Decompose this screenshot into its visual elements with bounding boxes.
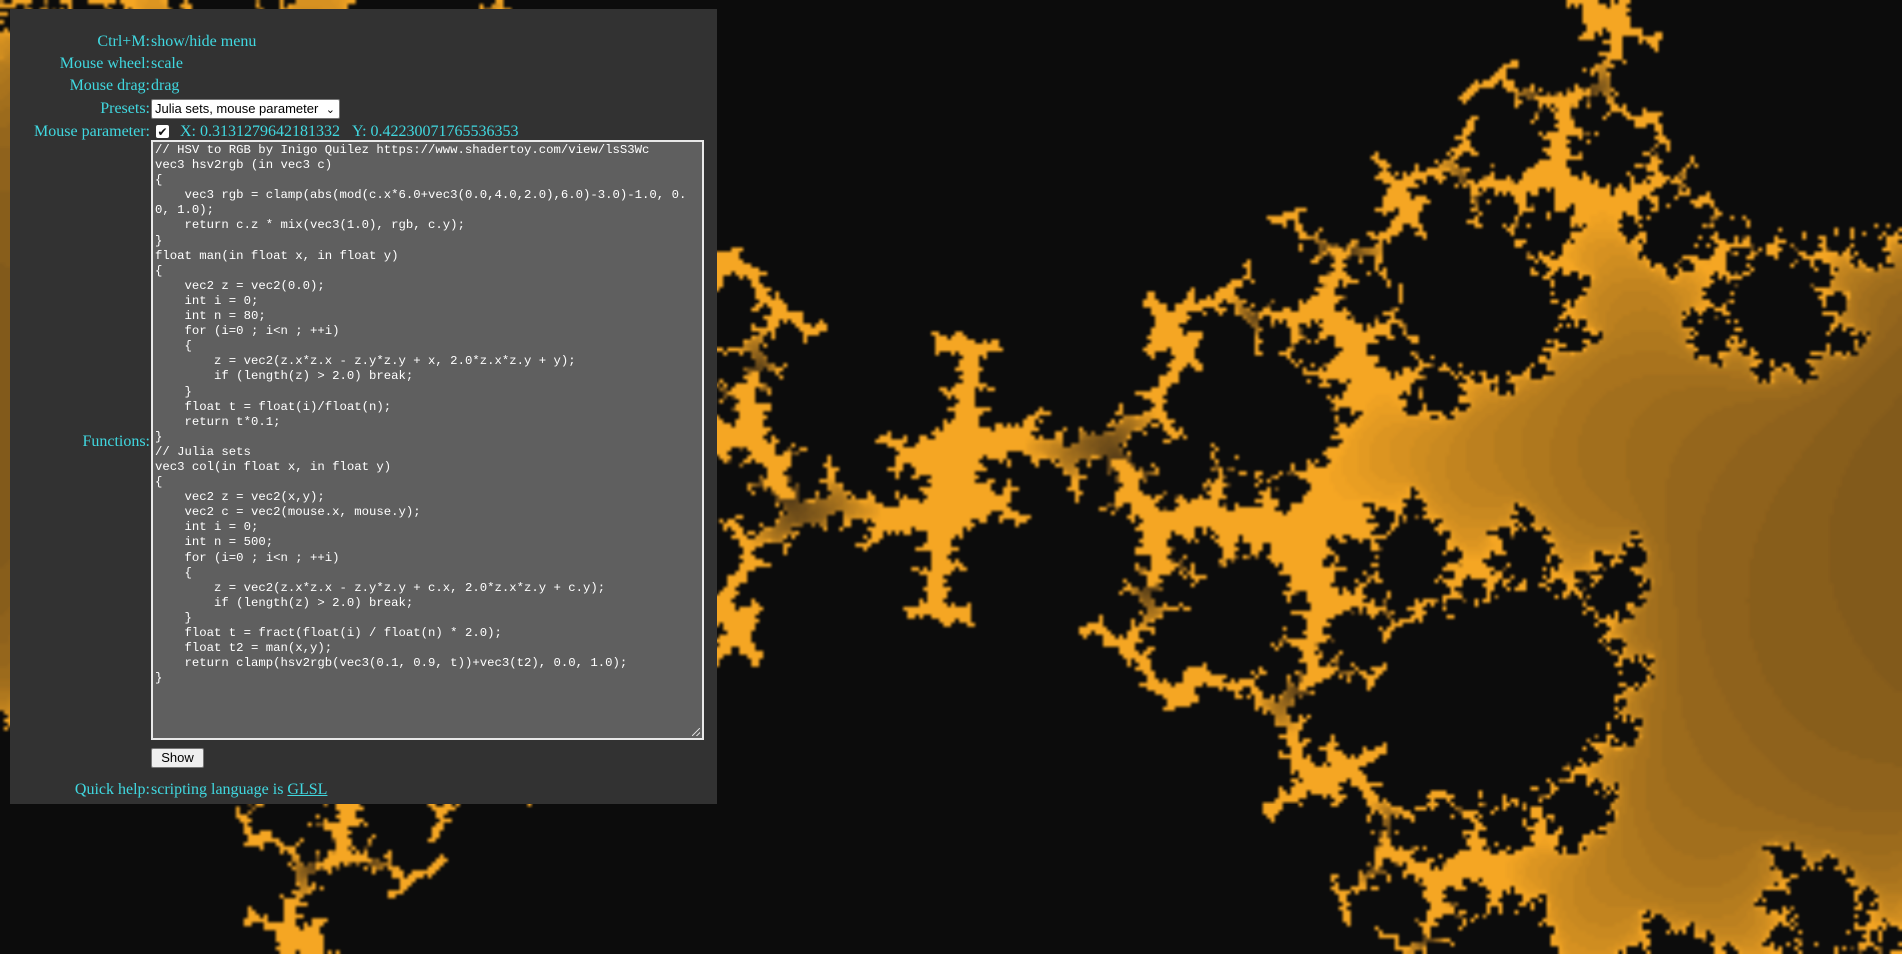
settings-menu: Ctrl+M: show/hide menu Mouse wheel: scal… [10, 9, 717, 804]
functions-code-editor[interactable]: // HSV to RGB by Inigo Quilez https://ww… [151, 140, 704, 740]
mouse-parameter-label: Mouse parameter: [34, 123, 150, 140]
chevron-down-icon: ⌄ [325, 104, 335, 116]
help-key-mouse-wheel: Mouse wheel: [59, 55, 150, 72]
help-value-mouse-drag: drag [151, 77, 180, 94]
quick-help-label: Quick help: [74, 781, 150, 798]
mouse-x-value: X: 0.3131279642181332 [180, 123, 340, 140]
mouse-y-value: Y: 0.42230071765536353 [352, 123, 519, 140]
functions-label: Functions: [82, 433, 150, 450]
mouse-parameter-checkbox[interactable]: ✔ [156, 125, 169, 138]
quick-help-text: scripting language is GLSL [151, 779, 327, 801]
help-key-mouse-drag: Mouse drag: [69, 77, 150, 94]
presets-selected-value: Julia sets, mouse parameter [155, 101, 319, 116]
help-value-ctrl-m: show/hide menu [151, 33, 257, 50]
help-row-ctrl-m: Ctrl+M: show/hide menu [10, 31, 717, 53]
help-value-mouse-wheel: scale [151, 55, 183, 72]
presets-label: Presets: [100, 100, 150, 117]
help-row-mouse-drag: Mouse drag: drag [10, 75, 717, 97]
help-row-mouse-wheel: Mouse wheel: scale [10, 53, 717, 75]
quick-help-description: scripting language is [151, 781, 288, 798]
presets-row: Presets: Julia sets, mouse parameter ⌄ [10, 98, 717, 120]
help-key-ctrl-m: Ctrl+M: [97, 33, 150, 50]
show-button[interactable]: Show [151, 748, 204, 768]
functions-code-text: // HSV to RGB by Inigo Quilez https://ww… [155, 143, 687, 686]
quick-help-row: Quick help: scripting language is GLSL [10, 779, 717, 801]
presets-select[interactable]: Julia sets, mouse parameter ⌄ [151, 99, 340, 119]
resize-grip-icon[interactable] [692, 728, 700, 736]
glsl-link[interactable]: GLSL [287, 781, 327, 798]
